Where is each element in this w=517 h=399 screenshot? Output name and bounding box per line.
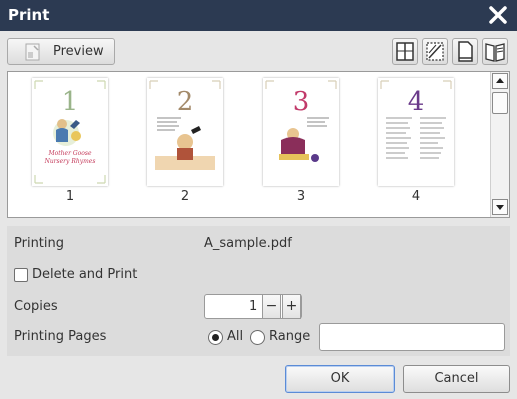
fit-view-icon	[426, 42, 444, 61]
scrollbar-thumb[interactable]	[492, 92, 508, 114]
two-page-view-button[interactable]	[392, 38, 418, 65]
range-input[interactable]	[319, 323, 505, 351]
page-3-number: 3	[296, 189, 306, 204]
printing-label: Printing	[14, 236, 65, 251]
copies-stepper: 1 − +	[204, 294, 302, 319]
print-settings-panel: Printing A_sample.pdf Delete and Print C…	[7, 226, 510, 356]
fit-view-button[interactable]	[422, 38, 448, 65]
all-pages-radio[interactable]	[208, 330, 223, 345]
all-pages-label[interactable]: All	[227, 329, 243, 344]
page-2-number: 2	[180, 189, 190, 204]
page-thumbnail-1[interactable]: 1 Mother Goose Nursery Rhymes	[32, 78, 108, 186]
thumbnail-scrollbar[interactable]	[490, 72, 509, 217]
triangle-up-icon	[496, 78, 504, 83]
book-view-button[interactable]	[482, 38, 508, 65]
page-4-artwork: 4	[380, 80, 452, 159]
scroll-down-button[interactable]	[492, 199, 508, 215]
copies-value[interactable]: 1	[249, 299, 257, 314]
range-radio[interactable]	[250, 330, 265, 345]
single-page-view-button[interactable]	[452, 38, 478, 65]
page-thumbnail-4[interactable]: 4	[378, 78, 454, 186]
book-icon	[485, 43, 505, 62]
preview-icon	[25, 43, 40, 61]
printing-filename: A_sample.pdf	[204, 236, 292, 251]
delete-and-print-checkbox[interactable]	[14, 268, 28, 282]
preview-label: Preview	[53, 44, 104, 59]
delete-and-print-label[interactable]: Delete and Print	[32, 267, 137, 282]
two-page-icon	[396, 42, 414, 61]
page-1-caption-line-2: Nursery Rhymes	[44, 158, 96, 165]
printing-pages-label: Printing Pages	[14, 329, 107, 344]
ok-button[interactable]: OK	[285, 365, 395, 393]
scroll-up-button[interactable]	[492, 73, 508, 89]
close-icon[interactable]	[487, 4, 509, 26]
copies-increment-button[interactable]: +	[282, 294, 301, 319]
copies-decrement-button[interactable]: −	[262, 294, 281, 319]
page-4-number: 4	[411, 189, 421, 204]
page-thumbnail-3[interactable]: 3	[263, 78, 339, 186]
page-thumbnails-panel: 1 Mother Goose Nursery Rhymes 1 2 2 3 3 …	[7, 71, 510, 218]
page-1-numeral: 1	[62, 87, 79, 117]
range-label[interactable]: Range	[269, 329, 310, 344]
page-3-artwork: 3	[265, 80, 337, 162]
page-3-numeral: 3	[293, 87, 310, 117]
copies-label: Copies	[14, 299, 58, 314]
page-1-caption-line-1: Mother Goose	[47, 150, 91, 157]
page-2-numeral: 2	[177, 87, 194, 117]
page-2-artwork: 2	[149, 80, 221, 170]
page-4-numeral: 4	[408, 87, 425, 117]
preview-button[interactable]: Preview	[7, 38, 115, 65]
triangle-down-icon	[496, 205, 504, 210]
dialog-title: Print	[8, 6, 50, 24]
page-1-artwork: 1 Mother Goose Nursery Rhymes	[34, 80, 106, 184]
page-1-number: 1	[65, 189, 75, 204]
single-page-icon	[458, 41, 473, 62]
page-thumbnail-2[interactable]: 2	[147, 78, 223, 186]
title-bar: Print	[0, 0, 517, 31]
cancel-button[interactable]: Cancel	[403, 365, 510, 393]
